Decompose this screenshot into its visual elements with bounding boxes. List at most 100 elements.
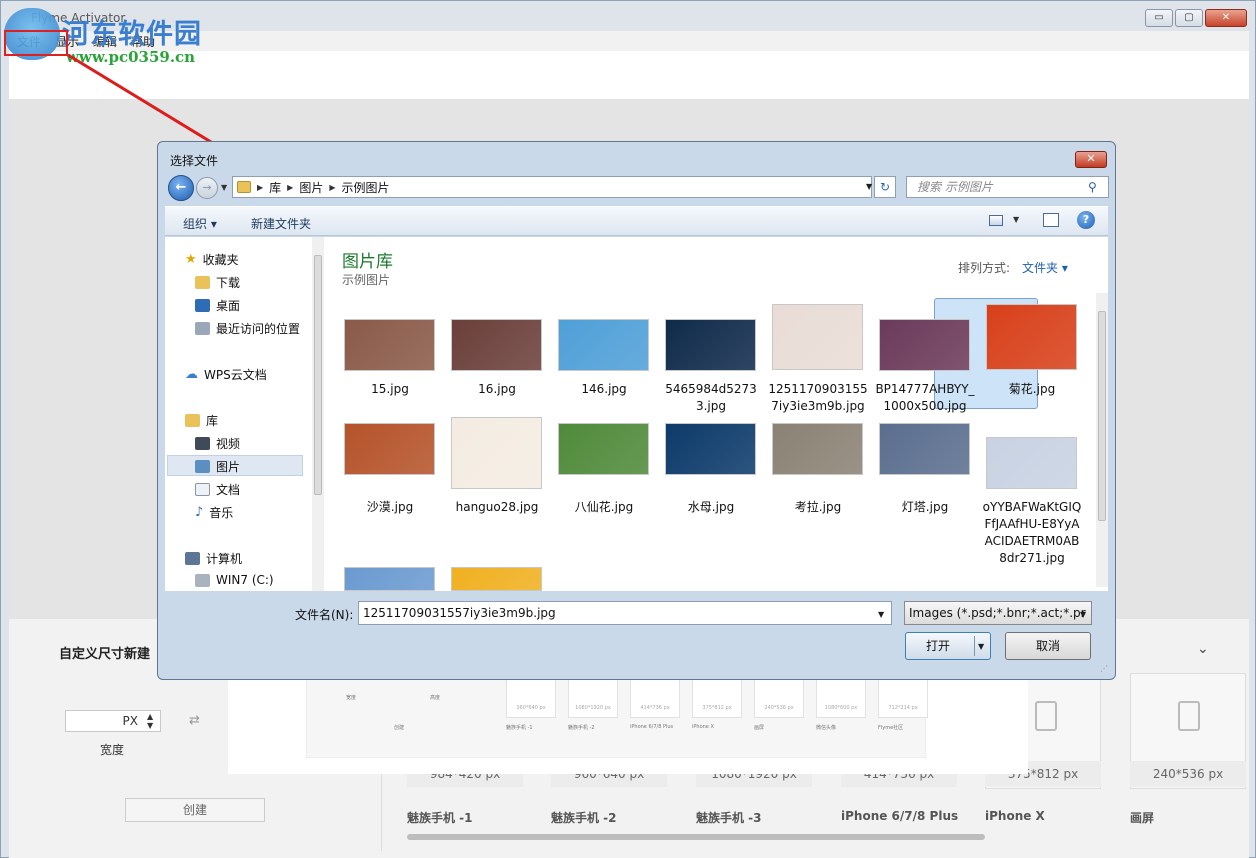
preset-name[interactable]: 魅族手机 -2 <box>551 809 617 826</box>
file-name[interactable]: 八仙花.jpg <box>554 499 654 516</box>
documents-icon <box>195 483 210 496</box>
open-dropdown-icon[interactable]: ▼ <box>978 642 984 651</box>
filename-input[interactable]: 12511709031557iy3ie3m9b.jpg <box>358 601 892 625</box>
file-thumbnail[interactable] <box>665 319 756 371</box>
arrange-by-dropdown[interactable]: 文件夹 ▾ <box>1022 259 1068 276</box>
breadcrumb-sample-pictures[interactable]: 示例图片 <box>342 179 390 196</box>
watermark-url: www.pc0359.cn <box>66 48 196 66</box>
file-thumbnail[interactable] <box>665 423 756 475</box>
preset-name[interactable]: iPhone 6/7/8 Plus <box>841 809 958 823</box>
file-thumbnail[interactable] <box>344 567 435 591</box>
file-thumbnail[interactable] <box>451 567 542 591</box>
swap-icon[interactable]: ⇄ <box>189 713 200 728</box>
file-name[interactable]: 菊花.jpg <box>982 381 1082 398</box>
breadcrumb-separator-icon[interactable]: ▶ <box>257 183 263 192</box>
file-thumbnail[interactable] <box>772 423 863 475</box>
close-button[interactable]: ✕ <box>1205 9 1247 27</box>
file-type-dropdown-icon[interactable]: ▼ <box>1080 610 1086 619</box>
file-name[interactable]: 考拉.jpg <box>768 499 868 516</box>
help-icon[interactable]: ? <box>1077 211 1095 229</box>
horizontal-scrollbar[interactable] <box>407 834 985 840</box>
file-thumbnail[interactable] <box>986 304 1077 370</box>
file-name[interactable]: hanguo28.jpg <box>447 499 547 516</box>
spinner-arrows-icon[interactable]: ▲ ▼ <box>147 712 153 730</box>
cancel-button[interactable]: 取消 <box>1005 632 1091 660</box>
nav-videos[interactable]: 视频 <box>195 435 240 452</box>
nav-scroll-thumb[interactable] <box>314 255 322 495</box>
forward-arrow-icon[interactable]: → <box>196 177 218 199</box>
drive-icon <box>195 573 210 587</box>
nav-downloads[interactable]: 下载 <box>195 274 240 291</box>
width-label: 宽度 <box>100 743 125 757</box>
search-input[interactable]: 搜索 示例图片 <box>906 176 1109 198</box>
file-name[interactable]: BP14777AHBYY_1000x500.jpg <box>875 381 975 415</box>
file-name[interactable]: 5465984d52733.jpg <box>661 381 761 415</box>
address-dropdown-icon[interactable]: ▼ <box>866 182 872 191</box>
preset-name[interactable]: 魅族手机 -1 <box>407 809 473 826</box>
file-pane-scroll-thumb[interactable] <box>1098 311 1106 521</box>
preset-name[interactable]: iPhone X <box>985 809 1045 823</box>
search-icon[interactable]: ⚲ <box>1088 180 1097 194</box>
breadcrumb-separator-icon[interactable]: ▶ <box>329 183 335 192</box>
file-thumbnail[interactable] <box>558 423 649 475</box>
breadcrumb-separator-icon[interactable]: ▶ <box>287 183 293 192</box>
organize-menu[interactable]: 组织 ▾ <box>183 215 217 232</box>
nav-recent[interactable]: 最近访问的位置 <box>195 320 300 337</box>
nav-library[interactable]: 库 <box>185 412 218 429</box>
refresh-icon[interactable]: ↻ <box>874 176 896 198</box>
resize-grip-icon[interactable]: ⋰ <box>1100 664 1108 673</box>
file-thumbnail[interactable] <box>879 319 970 371</box>
file-name[interactable]: 15.jpg <box>340 381 440 398</box>
dialog-close-button[interactable]: ✕ <box>1075 151 1107 168</box>
file-thumbnail[interactable] <box>451 319 542 371</box>
file-thumbnail[interactable] <box>986 437 1077 489</box>
filename-dropdown-icon[interactable]: ▼ <box>878 610 884 619</box>
file-thumbnail[interactable] <box>451 417 542 489</box>
maximize-button[interactable]: ▢ <box>1175 9 1203 27</box>
breadcrumb-pictures[interactable]: 图片 <box>299 179 323 196</box>
file-name[interactable]: 水母.jpg <box>661 499 761 516</box>
history-dropdown-icon[interactable]: ▼ <box>221 183 227 192</box>
file-thumbnail[interactable] <box>772 304 863 370</box>
tablet-icon <box>1178 701 1200 731</box>
navigation-row: ← → ▼ ▶ 库 ▶ 图片 ▶ 示例图片 ▼ ↻ 搜索 示例图片 ⚲ <box>166 174 1109 202</box>
file-name[interactable]: oYYBAFWaKtGIQFfJAAfHU-E8YyAACIDAETRM0AB8… <box>982 499 1082 567</box>
nav-computer[interactable]: 计算机 <box>185 550 242 567</box>
view-mode-icon[interactable] <box>989 215 1003 226</box>
view-dropdown-icon[interactable]: ▼ <box>1013 215 1019 224</box>
create-button[interactable]: 创建 <box>125 798 265 822</box>
nav-drive-c[interactable]: WIN7 (C:) <box>195 573 274 587</box>
video-icon <box>195 437 210 450</box>
nav-desktop[interactable]: 桌面 <box>195 297 240 314</box>
nav-favorites[interactable]: ★ 收藏夹 <box>185 251 239 268</box>
library-icon <box>185 414 200 427</box>
nav-documents[interactable]: 文档 <box>195 481 240 498</box>
file-name[interactable]: 16.jpg <box>447 381 547 398</box>
file-thumbnail[interactable] <box>344 423 435 475</box>
nav-label: 最近访问的位置 <box>216 322 301 336</box>
computer-icon <box>185 552 200 565</box>
file-thumbnail[interactable] <box>558 319 649 371</box>
file-thumbnail[interactable] <box>344 319 435 371</box>
minimize-button[interactable]: ▭ <box>1145 9 1173 27</box>
new-folder-button[interactable]: 新建文件夹 <box>251 215 311 232</box>
file-name[interactable]: 沙漠.jpg <box>340 499 440 516</box>
preview-pane-icon[interactable] <box>1043 213 1059 227</box>
nav-wps-cloud[interactable]: ☁ WPS云文档 <box>185 366 267 383</box>
nav-pictures[interactable]: 图片 <box>195 458 240 475</box>
file-thumbnail[interactable] <box>879 423 970 475</box>
file-name[interactable]: 灯塔.jpg <box>875 499 975 516</box>
address-bar[interactable]: ▶ 库 ▶ 图片 ▶ 示例图片 <box>232 176 872 198</box>
breadcrumb-library[interactable]: 库 <box>269 179 281 196</box>
file-name[interactable]: 146.jpg <box>554 381 654 398</box>
file-name-selected[interactable]: 12511709031557iy3ie3m9b.jpg <box>768 381 868 415</box>
file-type-select[interactable]: Images (*.psd;*.bnr;*.act;*.pr <box>904 601 1092 625</box>
preset-name[interactable]: 画屏 <box>1130 809 1154 826</box>
nav-label: 计算机 <box>206 552 243 566</box>
nav-music[interactable]: ♪ 音乐 <box>195 504 233 521</box>
collapse-chevron-icon[interactable]: ⌄ <box>1197 641 1209 657</box>
preset-name[interactable]: 魅族手机 -3 <box>696 809 762 826</box>
command-bar: 组织 ▾ 新建文件夹 ▼ ? <box>165 206 1108 236</box>
back-arrow-icon[interactable]: ← <box>168 175 194 201</box>
navigation-pane: ★ 收藏夹 下载 桌面 最近访问的位置 ☁ WPS云文档 库 视频 图片 文档 ♪ 音… <box>165 237 324 591</box>
